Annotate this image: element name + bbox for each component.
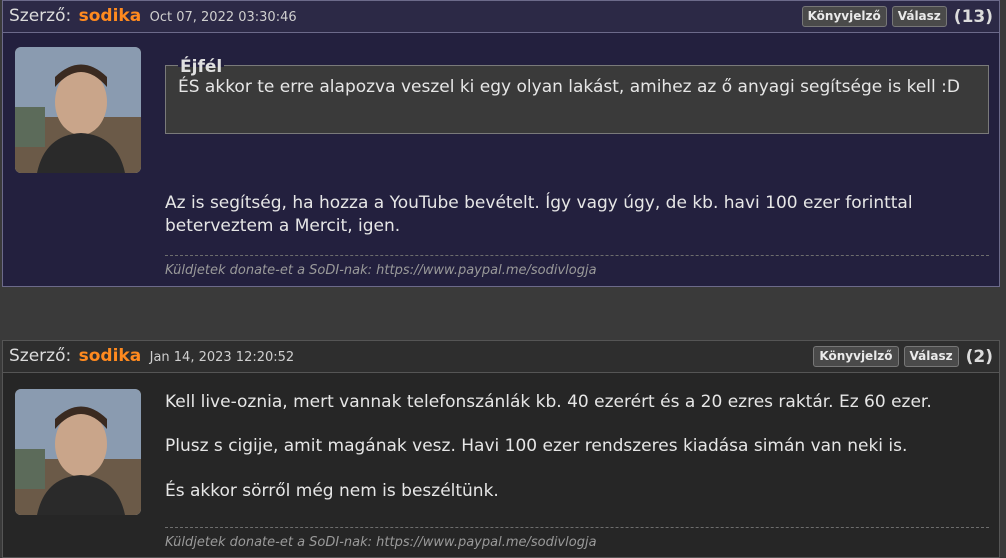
post-paragraph: Kell live-oznia, mert vannak telefonszán… — [165, 392, 932, 412]
reply-button[interactable]: Válasz — [891, 6, 947, 27]
post-meta: Szerző: sodika Jan 14, 2023 12:20:52 — [9, 346, 294, 366]
avatar-photo — [15, 389, 141, 515]
forum-post: Szerző: sodika Oct 07, 2022 03:30:46 Kön… — [2, 0, 1000, 287]
post-paragraph: Az is segítség, ha hozza a YouTube bevét… — [165, 193, 913, 236]
bookmark-button[interactable]: Könyvjelző — [801, 6, 887, 27]
post-actions: Könyvjelző Válasz (13) — [801, 6, 993, 27]
post-meta: Szerző: sodika Oct 07, 2022 03:30:46 — [9, 6, 297, 26]
post-header: Szerző: sodika Jan 14, 2023 12:20:52 Kön… — [3, 341, 999, 373]
reply-button[interactable]: Válasz — [903, 346, 959, 367]
forum-post: Szerző: sodika Jan 14, 2023 12:20:52 Kön… — [2, 340, 1000, 558]
signature-divider — [165, 527, 989, 528]
avatar-photo — [15, 47, 141, 173]
signature-divider — [165, 255, 989, 256]
quote-text: ÉS akkor te erre alapozva veszel ki egy … — [178, 77, 960, 97]
signature: Küldjetek donate-et a SoDI-nak: https://… — [165, 263, 597, 278]
post-paragraph: És akkor sörről még nem is beszéltünk. — [165, 481, 499, 501]
reply-count[interactable]: (13) — [954, 7, 993, 27]
post-date: Jan 14, 2023 12:20:52 — [149, 350, 295, 365]
reply-count[interactable]: (2) — [966, 347, 993, 367]
author-name[interactable]: sodika — [79, 346, 142, 366]
author-name[interactable]: sodika — [79, 6, 142, 26]
avatar[interactable] — [15, 389, 141, 515]
post-date: Oct 07, 2022 03:30:46 — [149, 10, 297, 25]
post-header: Szerző: sodika Oct 07, 2022 03:30:46 Kön… — [3, 1, 999, 33]
bookmark-button[interactable]: Könyvjelző — [813, 346, 899, 367]
author-label: Szerző: — [9, 346, 72, 366]
post-actions: Könyvjelző Válasz (2) — [813, 346, 993, 367]
signature: Küldjetek donate-et a SoDI-nak: https://… — [165, 535, 597, 550]
post-paragraph: Plusz s cigije, amit magának vesz. Havi … — [165, 436, 908, 456]
quote-author: Éjfél — [178, 57, 225, 77]
avatar[interactable] — [15, 47, 141, 173]
quote-box: Éjfél ÉS akkor te erre alapozva veszel k… — [165, 57, 989, 134]
author-label: Szerző: — [9, 6, 72, 26]
